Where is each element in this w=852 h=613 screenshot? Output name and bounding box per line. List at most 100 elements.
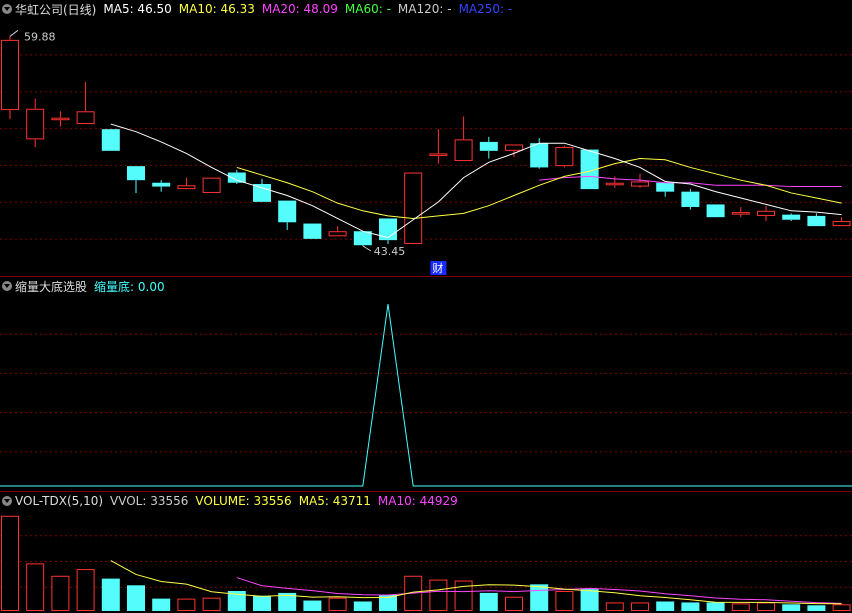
legend-item: MA5: 43711 [298,494,371,508]
volume-bar [1,515,19,612]
legend-item: 缩量底: 0.00 [94,279,165,294]
ma-legend-items: MA5: 46.50 MA10: 46.33 MA20: 48.09 MA60: - M… [103,2,512,16]
candle-body [454,139,473,162]
volume-title: VOL-TDX(5,10) [15,494,104,508]
candle-body [278,200,297,223]
finance-marker: 财 [432,261,443,275]
volume-bar [303,600,322,611]
volume-bar [807,605,826,611]
candle-body [379,218,397,241]
candle-body [202,177,221,193]
legend-item: MA250: - [458,2,513,16]
candle [530,138,549,169]
candle [454,116,473,162]
volume-bar [731,603,750,611]
candle-body [152,182,171,187]
vol-ma5-line [110,560,842,605]
volume-bar [76,569,95,611]
volume-pane: VOL-TDX(5,10) VVOL: 33556 VOLUME: 33556 MA… [0,492,852,613]
candle [303,223,322,239]
chart-title: 华虹公司(日线) [15,2,97,17]
volume-bar [757,602,775,612]
indicator-chart [0,304,852,487]
high-price-label: 59.88 [24,30,56,43]
candle-body [807,215,826,227]
candle-body [631,181,649,187]
candlestick-pane: 华虹公司(日线) MA5: 46.50 MA10: 46.33 MA20: 48.0… [0,0,852,276]
candle-body [51,117,70,121]
candle [278,200,297,230]
volume-bar [328,597,347,611]
candle [757,205,775,222]
candle-body [26,108,45,140]
candle-body [429,153,448,156]
legend-item: VOLUME: 33556 [195,494,292,508]
volume-bar [530,584,549,611]
volume-bar [505,596,523,612]
candle [731,206,750,218]
legend-item: MA10: 44929 [377,494,458,508]
candle [353,231,372,246]
indicator-title: 缩量大底选股 [15,279,88,294]
candle [379,218,397,244]
indicator-pane: 缩量大底选股 缩量底: 0.00 [0,277,852,491]
candle-body [530,143,549,168]
candle-body [303,223,322,239]
candle [807,213,826,227]
candle-body [757,210,775,216]
collapse-triangle-icon[interactable] [2,281,12,291]
candle [177,177,196,190]
candle [681,189,700,210]
candle-body [177,185,196,190]
high-pointer [9,29,19,37]
volume-bar [353,601,372,611]
legend-item: VVOL: 33556 [110,494,189,508]
volume-bar [202,597,221,611]
indicator-legend-items: 缩量底: 0.00 [94,278,165,295]
collapse-triangle-icon[interactable] [2,4,12,14]
candle-body [681,191,700,207]
legend-item: MA10: 46.33 [178,2,255,16]
candle-body [76,111,95,125]
candle-body [127,166,145,181]
legend-item: MA20: 48.09 [261,2,338,16]
collapse-triangle-icon[interactable] [2,496,12,506]
volume-bar [706,602,725,611]
volume-bar [782,604,801,611]
candle-body [832,221,851,227]
candle-body [227,172,246,183]
candle [832,217,851,227]
candle-body [605,182,624,186]
candle-body [731,212,750,215]
candle [328,226,347,237]
volume-bar [580,589,599,611]
volume-bar [656,601,675,611]
volume-bar [26,563,45,611]
candle [706,204,725,218]
volume-bar [832,604,851,612]
volume-bar [101,578,120,611]
volume-bar [177,598,196,612]
candle-body [328,231,347,237]
candle [51,111,70,127]
candle [555,145,574,168]
candle [1,36,19,119]
legend-item: MA5: 46.50 [103,2,172,16]
candle [404,172,423,244]
volume-bar [479,592,498,611]
candle [782,213,801,222]
volume-bar [605,602,624,612]
candle-body [505,144,523,151]
volume-chart [0,515,852,612]
candle [152,180,171,192]
shrink-bottom-line [0,304,852,487]
main-legend: 华虹公司(日线) MA5: 46.50 MA10: 46.33 MA20: 48.0… [2,1,512,17]
candle [429,129,448,164]
legend-item: MA60: - [344,2,391,16]
volume-bar [152,598,171,611]
candle [253,178,271,202]
volume-legend: VOL-TDX(5,10) VVOL: 33556 VOLUME: 33556 MA… [2,493,458,509]
candle [76,81,95,125]
volume-bar [253,595,271,611]
low-pointer [362,245,372,252]
